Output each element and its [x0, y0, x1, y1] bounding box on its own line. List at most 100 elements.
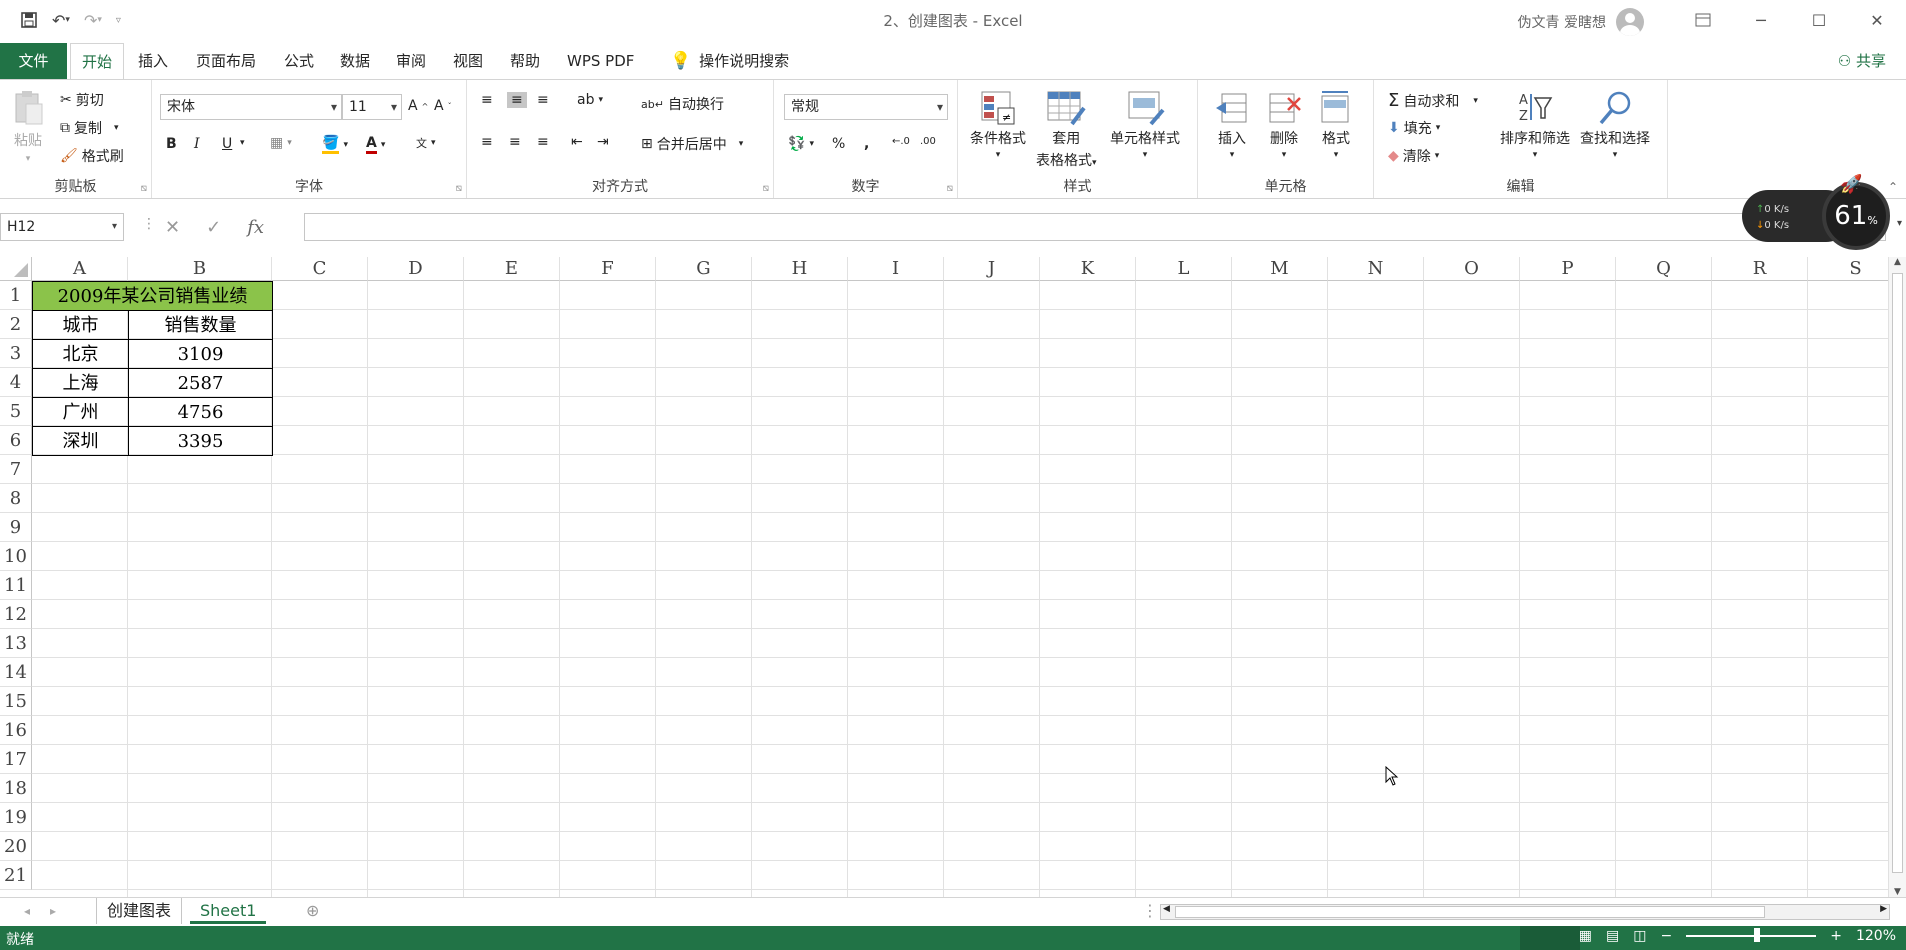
enter-icon[interactable]: ✓ [206, 217, 221, 238]
name-box[interactable]: H12 ▾ [0, 213, 124, 241]
align-left-icon[interactable]: ≡ [481, 134, 493, 150]
tab-help[interactable]: 帮助 [500, 43, 550, 79]
cell[interactable]: 城市 [32, 310, 129, 340]
delete-cells-button[interactable]: 删除 ▾ [1266, 90, 1302, 160]
decrease-indent-icon[interactable]: ⇤ [571, 134, 583, 150]
cancel-icon[interactable]: ✕ [165, 217, 180, 238]
bold-button[interactable]: B [166, 136, 177, 152]
ribbon-display-icon[interactable] [1674, 0, 1732, 40]
sheet-tab-active[interactable]: Sheet1 [190, 898, 267, 924]
italic-button[interactable]: I [194, 136, 200, 152]
row-header[interactable]: 6 [0, 426, 32, 455]
row-header[interactable]: 13 [0, 629, 32, 658]
row-header[interactable]: 2 [0, 310, 32, 339]
column-header[interactable]: M [1232, 257, 1328, 281]
cell-styles-button[interactable]: 单元格样式 ▾ [1110, 90, 1180, 160]
cut-button[interactable]: ✂ 剪切 [60, 90, 104, 110]
cell[interactable]: 广州 [32, 397, 129, 427]
page-break-view-icon[interactable]: ◫ [1633, 928, 1646, 944]
row-header[interactable]: 8 [0, 484, 32, 513]
orientation-icon[interactable]: ab ▾ [577, 92, 603, 108]
row-header[interactable]: 17 [0, 745, 32, 774]
column-header[interactable]: C [272, 257, 368, 281]
cell[interactable]: 2587 [128, 368, 273, 398]
next-sheet-icon[interactable]: ▸ [40, 898, 66, 924]
row-header[interactable]: 4 [0, 368, 32, 397]
sheet-tab[interactable]: 创建图表 [96, 898, 183, 924]
column-header[interactable]: G [656, 257, 752, 281]
worksheet-grid[interactable]: ABCDEFGHIJKLMNOPQRS 1 2 3 4 5 6 7 8 9 10 11 12 13 14 1… [0, 257, 1906, 897]
column-header[interactable]: F [560, 257, 656, 281]
column-header[interactable]: B [128, 257, 272, 281]
scroll-thumb[interactable] [1175, 906, 1765, 918]
increase-indent-icon[interactable]: ⇥ [597, 134, 609, 150]
dialog-launcher-icon[interactable]: ⧅ [141, 183, 147, 194]
horizontal-scrollbar[interactable]: ◀ ▶ [1160, 904, 1890, 920]
cell[interactable]: 3395 [128, 426, 273, 456]
fill-button[interactable]: ⬇ 填充 ▾ [1388, 118, 1440, 138]
zoom-level[interactable]: 120% [1856, 928, 1896, 944]
column-header[interactable]: D [368, 257, 464, 281]
column-header[interactable]: O [1424, 257, 1520, 281]
row-header[interactable]: 15 [0, 687, 32, 716]
tab-formulas[interactable]: 公式 [274, 43, 324, 79]
vertical-scrollbar[interactable]: ▲ ▼ [1888, 257, 1906, 897]
column-header[interactable]: A [32, 257, 128, 281]
align-right-icon[interactable]: ≡ [537, 134, 549, 150]
wrap-text-button[interactable]: ab↵ 自动换行 [641, 94, 724, 114]
dialog-launcher-icon[interactable]: ⧅ [763, 183, 769, 194]
cell[interactable]: 北京 [32, 339, 129, 369]
maximize-icon[interactable]: ☐ [1790, 0, 1848, 40]
clear-button[interactable]: ◆ 清除 ▾ [1388, 146, 1439, 166]
cell[interactable]: 4756 [128, 397, 273, 427]
number-format-select[interactable]: 常规 ▾ [784, 94, 948, 120]
page-layout-view-icon[interactable]: ▤ [1606, 928, 1619, 944]
column-header[interactable]: P [1520, 257, 1616, 281]
column-header[interactable]: K [1040, 257, 1136, 281]
tab-data[interactable]: 数据 [330, 43, 380, 79]
row-header[interactable]: 18 [0, 774, 32, 803]
tab-page-layout[interactable]: 页面布局 [186, 43, 266, 79]
font-name-select[interactable]: 宋体 ▾ [160, 94, 342, 120]
network-speed-widget[interactable]: ↑0 K/s ↓0 K/s 61% 🚀 [1742, 174, 1896, 250]
tab-insert[interactable]: 插入 [128, 43, 178, 79]
tab-view[interactable]: 视图 [443, 43, 493, 79]
scroll-up-icon[interactable]: ▲ [1889, 257, 1906, 267]
autosum-button[interactable]: Σ 自动求和 ▾ [1388, 90, 1478, 111]
copy-button[interactable]: ⧉ 复制 ▾ [60, 118, 119, 138]
row-header[interactable]: 1 [0, 281, 32, 310]
scroll-thumb[interactable] [1892, 273, 1903, 873]
row-header[interactable]: 21 [0, 861, 32, 890]
row-header[interactable]: 5 [0, 397, 32, 426]
column-header[interactable]: Q [1616, 257, 1712, 281]
phonetic-icon[interactable]: 文 ▾ [416, 135, 436, 151]
close-icon[interactable]: ✕ [1848, 0, 1906, 40]
underline-button[interactable]: U [222, 136, 232, 152]
zoom-out-icon[interactable]: − [1661, 928, 1673, 944]
account-area[interactable]: 伪文青 爱瞎想 [1518, 8, 1644, 36]
format-cells-button[interactable]: 格式 ▾ [1318, 90, 1354, 160]
tell-me-search[interactable]: 💡 操作说明搜索 [660, 43, 799, 79]
comma-button[interactable]: , [864, 136, 869, 152]
zoom-in-icon[interactable]: + [1830, 928, 1842, 944]
column-header[interactable]: L [1136, 257, 1232, 281]
column-header[interactable]: R [1712, 257, 1808, 281]
tab-file[interactable]: 文件 [0, 43, 67, 79]
row-header[interactable]: 19 [0, 803, 32, 832]
dialog-launcher-icon[interactable]: ⧅ [456, 183, 462, 194]
tab-review[interactable]: 审阅 [386, 43, 436, 79]
dialog-launcher-icon[interactable]: ⧅ [947, 183, 953, 194]
tab-home[interactable]: 开始 [70, 43, 124, 81]
row-header[interactable]: 14 [0, 658, 32, 687]
conditional-formatting-button[interactable]: ≠ 条件格式 ▾ [970, 90, 1026, 160]
column-header[interactable]: N [1328, 257, 1424, 281]
scroll-down-icon[interactable]: ▼ [1889, 887, 1906, 897]
minimize-icon[interactable]: ─ [1732, 0, 1790, 40]
row-header[interactable]: 12 [0, 600, 32, 629]
row-header[interactable]: 10 [0, 542, 32, 571]
sort-filter-button[interactable]: AZ 排序和筛选 ▾ [1500, 90, 1570, 160]
align-bottom-icon[interactable]: ≡ [537, 92, 549, 108]
insert-function-button[interactable]: fx [247, 217, 264, 238]
decrease-font-icon[interactable]: Aˇ [434, 98, 452, 114]
fill-color-icon[interactable]: 🪣 ▾ [322, 135, 348, 154]
